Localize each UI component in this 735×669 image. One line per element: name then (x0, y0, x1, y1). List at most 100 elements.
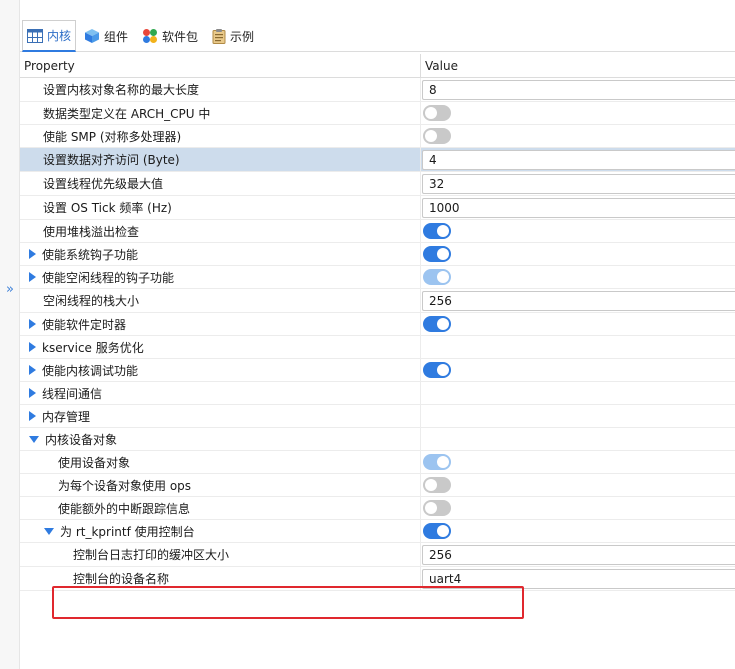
tab-components[interactable]: 组件 (80, 20, 132, 52)
expand-panel-icon[interactable]: » (2, 282, 18, 298)
property-row[interactable]: 使用设备对象 (20, 451, 735, 474)
property-value-cell (422, 125, 735, 147)
property-label: 数据类型定义在 ARCH_CPU 中 (43, 106, 211, 121)
property-name-cell: 控制台日志打印的缓冲区大小 (73, 543, 229, 566)
property-name-cell: 设置内核对象名称的最大长度 (43, 78, 199, 101)
expand-caret-icon[interactable] (29, 342, 36, 352)
property-row[interactable]: 设置数据对齐访问 (Byte) 4 (20, 148, 735, 172)
property-row[interactable]: 为每个设备对象使用 ops (20, 474, 735, 497)
value-input[interactable]: 32 (422, 173, 735, 194)
toggle-knob (425, 502, 437, 514)
property-label: 使能软件定时器 (42, 317, 127, 332)
toggle-switch[interactable] (423, 454, 451, 470)
property-value-cell (422, 382, 735, 404)
property-row[interactable]: 使能系统钩子功能 (20, 243, 735, 266)
toggle-switch[interactable] (423, 477, 451, 493)
property-value-cell (422, 451, 735, 473)
toggle-knob (425, 107, 437, 119)
property-value-cell: 1000 (422, 196, 735, 219)
property-row[interactable]: 使能软件定时器 (20, 313, 735, 336)
toggle-knob (437, 225, 449, 237)
tab-examples[interactable]: 示例 (208, 20, 258, 52)
property-value-cell: 4 (422, 148, 735, 171)
toggle-knob (437, 525, 449, 537)
toggle-switch[interactable] (423, 500, 451, 516)
property-row[interactable]: 使用堆栈溢出检查 (20, 220, 735, 243)
expand-caret-icon[interactable] (29, 319, 36, 329)
value-input[interactable]: 1000 (422, 197, 735, 218)
property-value-cell (422, 474, 735, 496)
property-row[interactable]: 使能内核调试功能 (20, 359, 735, 382)
property-row[interactable]: 设置内核对象名称的最大长度 8 (20, 78, 735, 102)
property-row[interactable]: 线程间通信 (20, 382, 735, 405)
property-row[interactable]: 使能 SMP (对称多处理器) (20, 125, 735, 148)
expand-caret-icon[interactable] (29, 272, 36, 282)
value-input[interactable]: uart4 (422, 568, 735, 589)
property-value-cell (422, 497, 735, 519)
property-name-cell: 为每个设备对象使用 ops (58, 474, 191, 496)
toggle-switch[interactable] (423, 105, 451, 121)
tab-packages[interactable]: 软件包 (138, 20, 202, 52)
column-divider (420, 289, 421, 312)
property-label: 控制台日志打印的缓冲区大小 (73, 548, 230, 562)
property-label: 为每个设备对象使用 ops (58, 478, 192, 493)
property-row[interactable]: 空闲线程的栈大小 256 (20, 289, 735, 313)
column-divider (420, 382, 421, 404)
property-row[interactable]: 设置线程优先级最大值 32 (20, 172, 735, 196)
property-row[interactable]: 内存管理 (20, 405, 735, 428)
column-divider (420, 313, 421, 335)
expand-caret-icon[interactable] (29, 411, 36, 421)
toggle-switch[interactable] (423, 128, 451, 144)
property-label: 空闲线程的栈大小 (43, 294, 140, 308)
value-input[interactable]: 4 (422, 149, 735, 170)
cube-icon (84, 28, 100, 44)
column-divider (420, 520, 421, 542)
property-row[interactable]: 控制台的设备名称 uart4 (20, 567, 735, 591)
property-name-cell: 使用设备对象 (58, 451, 130, 473)
property-row[interactable]: kservice 服务优化 (20, 336, 735, 359)
collapse-caret-icon[interactable] (44, 527, 54, 535)
property-name-cell: 设置数据对齐访问 (Byte) (43, 148, 180, 171)
property-row[interactable]: 内核设备对象 (20, 428, 735, 451)
column-divider (420, 148, 421, 171)
value-input[interactable]: 256 (422, 544, 735, 565)
toggle-switch[interactable] (423, 523, 451, 539)
property-row[interactable]: 使能额外的中断跟踪信息 (20, 497, 735, 520)
tab-kernel[interactable]: 内核 (22, 20, 77, 52)
property-label: 设置数据对齐访问 (Byte) (43, 153, 180, 167)
toggle-switch[interactable] (423, 269, 451, 285)
toggle-switch[interactable] (423, 246, 451, 262)
property-label: 线程间通信 (42, 386, 103, 401)
toggle-knob (437, 456, 449, 468)
collapse-caret-icon[interactable] (29, 435, 39, 443)
column-divider (420, 243, 421, 265)
property-name-cell: 设置线程优先级最大值 (43, 172, 163, 195)
expand-caret-icon[interactable] (29, 388, 36, 398)
property-name-cell: 控制台的设备名称 (73, 567, 169, 590)
column-divider (420, 567, 421, 590)
grid-rows: 设置内核对象名称的最大长度 8 数据类型定义在 ARCH_CPU 中使能 SMP (… (20, 78, 735, 591)
property-row[interactable]: 数据类型定义在 ARCH_CPU 中 (20, 102, 735, 125)
expand-caret-icon[interactable] (29, 365, 36, 375)
property-row[interactable]: 为 rt_kprintf 使用控制台 (20, 520, 735, 543)
property-row[interactable]: 使能空闲线程的钩子功能 (20, 266, 735, 289)
toggle-switch[interactable] (423, 316, 451, 332)
toggle-knob (437, 248, 449, 260)
property-grid: Property Value 设置内核对象名称的最大长度 8 数据类型定义在 ARC… (20, 54, 735, 591)
grid-header: Property Value (20, 54, 735, 78)
property-row[interactable]: 控制台日志打印的缓冲区大小 256 (20, 543, 735, 567)
property-column-header: Property (24, 59, 75, 73)
property-name-cell: 数据类型定义在 ARCH_CPU 中 (43, 102, 210, 124)
value-input[interactable]: 8 (422, 79, 735, 100)
toggle-switch[interactable] (423, 223, 451, 239)
property-name-cell: 使能 SMP (对称多处理器) (43, 125, 181, 147)
property-name-cell: 为 rt_kprintf 使用控制台 (44, 520, 195, 542)
property-label: 为 rt_kprintf 使用控制台 (60, 524, 195, 539)
value-input[interactable]: 256 (422, 290, 735, 311)
property-row[interactable]: 设置 OS Tick 频率 (Hz) 1000 (20, 196, 735, 220)
tab-examples-label: 示例 (230, 29, 255, 44)
property-value-cell: 256 (422, 543, 735, 566)
property-value-cell (422, 313, 735, 335)
expand-caret-icon[interactable] (29, 249, 36, 259)
toggle-switch[interactable] (423, 362, 451, 378)
